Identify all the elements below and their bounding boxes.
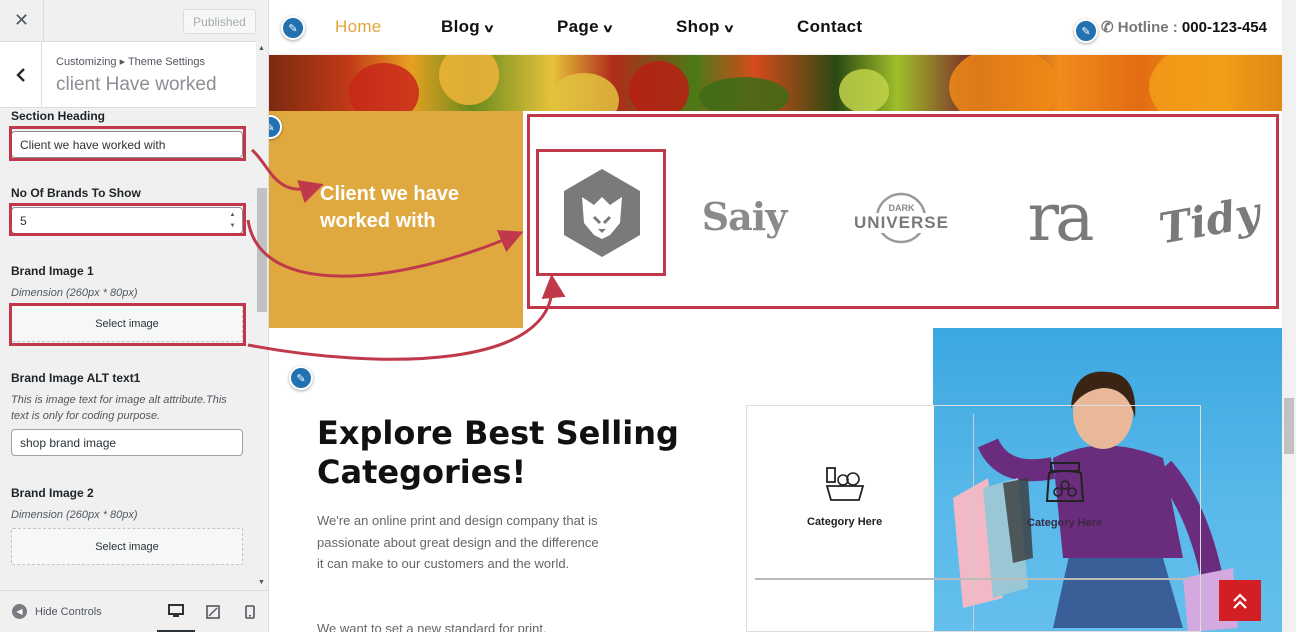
pencil-icon: ✎ — [296, 372, 306, 385]
published-button[interactable]: Published — [183, 9, 256, 34]
saiy-logo-text: Saiy — [701, 193, 788, 239]
brand-image-1-label: Brand Image 1 — [11, 264, 94, 278]
nav-blog[interactable]: Blog ∨ — [441, 17, 496, 37]
nav-page[interactable]: Page ∨ — [557, 17, 615, 37]
brand-image-2-desc: Dimension (260px * 80px) — [11, 509, 138, 521]
hide-controls-button[interactable]: ◀ Hide Controls — [12, 604, 102, 619]
number-spinner[interactable]: ▲ ▼ — [227, 211, 238, 230]
explore-paragraph: We're an online print and design company… — [317, 513, 599, 571]
nav-contact-label: Contact — [797, 17, 863, 36]
brands-heading-panel: Client we have worked with — [269, 111, 523, 328]
section-heading-label: Section Heading — [11, 109, 106, 123]
brand-image-2-select-button[interactable]: Select image — [11, 528, 243, 565]
brand-logo-tidy[interactable]: Tidy — [1156, 180, 1264, 260]
main-navigation: ✎ Home Blog ∨ Page ∨ Shop ∨ Contact ✎ ✆ Hot… — [269, 0, 1282, 55]
hotline-number: 000-123-454 — [1181, 19, 1267, 36]
brand-alt-1-label: Brand Image ALT text1 — [11, 371, 141, 385]
brand-logo-ra[interactable]: ra — [1009, 180, 1109, 256]
category-card: Category Here Category Here — [746, 405, 1201, 632]
pencil-icon: ✎ — [288, 22, 298, 35]
desktop-preview-button[interactable] — [157, 591, 195, 632]
category-item-2[interactable]: Category Here — [1027, 461, 1102, 529]
pencil-icon: ✎ — [1081, 25, 1091, 38]
hotline-label: Hotline : — [1117, 19, 1178, 36]
section-header: Customizing ▸ Theme Settings client Have… — [0, 42, 256, 108]
breadcrumb: Customizing ▸ Theme Settings — [56, 56, 205, 68]
brand-image-1-select-button[interactable]: Select image — [11, 305, 243, 342]
customizer-window: ✕ Published Customizing ▸ Theme Settings… — [0, 0, 1296, 632]
brand-logo-saiy[interactable]: Saiy — [689, 180, 799, 252]
brand-image-2-label: Brand Image 2 — [11, 486, 94, 500]
customizer-header: ✕ Published — [0, 0, 256, 42]
desktop-icon — [168, 603, 184, 617]
nav-shop-label: Shop — [676, 17, 720, 36]
section-title: client Have worked — [56, 74, 217, 95]
mobile-preview-button[interactable] — [231, 591, 268, 632]
tidy-logo-text: Tidy — [1155, 187, 1264, 253]
pencil-icon: ✎ — [269, 121, 275, 134]
customizer-footer: ◀ Hide Controls — [0, 590, 268, 632]
hotline: ✆ Hotline : 000-123-454 — [1101, 18, 1267, 36]
tablet-icon — [206, 605, 220, 619]
brands-count-value: 5 — [20, 213, 27, 228]
hide-controls-label: Hide Controls — [35, 605, 102, 618]
fruit-banner-image — [269, 55, 1282, 111]
brand-logo-dark-universe[interactable]: DARK UNIVERSE — [849, 190, 954, 246]
chevron-down-icon: ∨ — [482, 23, 496, 35]
close-icon: ✕ — [13, 10, 30, 30]
collapse-icon: ◀ — [12, 604, 27, 619]
explore-paragraph-2: We want to set a new standard for print, — [317, 621, 547, 632]
nav-blog-label: Blog — [441, 17, 480, 36]
chevron-left-icon — [15, 67, 25, 82]
category-1-label: Category Here — [807, 516, 883, 528]
back-button[interactable] — [0, 42, 42, 107]
grocery-basket-icon — [825, 467, 864, 501]
brand-image-1-desc: Dimension (260px * 80px) — [11, 287, 138, 299]
sidebar-scrollbar[interactable]: ▲ ▼ — [256, 42, 268, 590]
nav-shop[interactable]: Shop ∨ — [676, 17, 736, 37]
scroll-down-arrow[interactable]: ▼ — [258, 579, 265, 586]
customizer-sidebar: ✕ Published Customizing ▸ Theme Settings… — [0, 0, 269, 632]
ra-logo-text: ra — [1027, 179, 1095, 256]
honey-jar-icon — [1045, 462, 1084, 502]
preview-scrollbar[interactable] — [1282, 0, 1296, 632]
card-divider — [973, 414, 974, 632]
nav-home[interactable]: Home — [335, 17, 382, 37]
phone-icon: ✆ — [1101, 19, 1114, 36]
chevron-down-icon: ∨ — [722, 23, 736, 35]
nav-page-label: Page — [557, 17, 599, 36]
brands-heading: Client we have worked with — [320, 183, 459, 232]
nav-home-label: Home — [335, 17, 382, 36]
chevron-down-icon: ∨ — [601, 23, 615, 35]
brand-alt-1-input[interactable]: shop brand image — [11, 429, 243, 456]
lion-logo-icon — [563, 169, 640, 257]
nav-contact[interactable]: Contact — [797, 17, 862, 37]
close-customizer-button[interactable]: ✕ — [0, 0, 44, 41]
site-preview: ✎ Home Blog ∨ Page ∨ Shop ∨ Contact ✎ ✆ Hot… — [269, 0, 1282, 632]
edit-menu-shortcut[interactable]: ✎ — [281, 16, 305, 40]
preview-scroll-thumb[interactable] — [1284, 398, 1294, 454]
dark-universe-logo-text: UNIVERSE — [852, 213, 951, 233]
category-item-1[interactable]: Category Here — [807, 464, 882, 528]
brands-count-input[interactable]: 5 ▲ ▼ — [11, 207, 243, 234]
edit-categories-shortcut[interactable]: ✎ — [289, 366, 313, 390]
dark-universe-logo-top: DARK — [888, 203, 915, 213]
brand-alt-1-desc: This is image text for image alt attribu… — [11, 394, 227, 422]
edit-hotline-shortcut[interactable]: ✎ — [1074, 19, 1098, 43]
mobile-icon — [245, 605, 255, 619]
sidebar-scroll-thumb[interactable] — [257, 188, 267, 312]
tablet-preview-button[interactable] — [194, 591, 232, 632]
scroll-up-arrow[interactable]: ▲ — [258, 45, 265, 52]
brand-logo-lion[interactable] — [539, 150, 664, 276]
section-heading-input[interactable]: Client we have worked with — [11, 131, 243, 158]
card-divider-horizontal — [755, 578, 1192, 580]
double-chevron-up-icon — [1233, 592, 1247, 609]
controls-panel: Section Heading Client we have worked wi… — [0, 108, 256, 594]
category-2-label: Category Here — [1027, 517, 1103, 529]
scroll-to-top-button[interactable] — [1219, 580, 1261, 621]
brands-count-label: No Of Brands To Show — [11, 186, 141, 200]
explore-heading: Explore Best Selling Categories! — [317, 414, 679, 491]
